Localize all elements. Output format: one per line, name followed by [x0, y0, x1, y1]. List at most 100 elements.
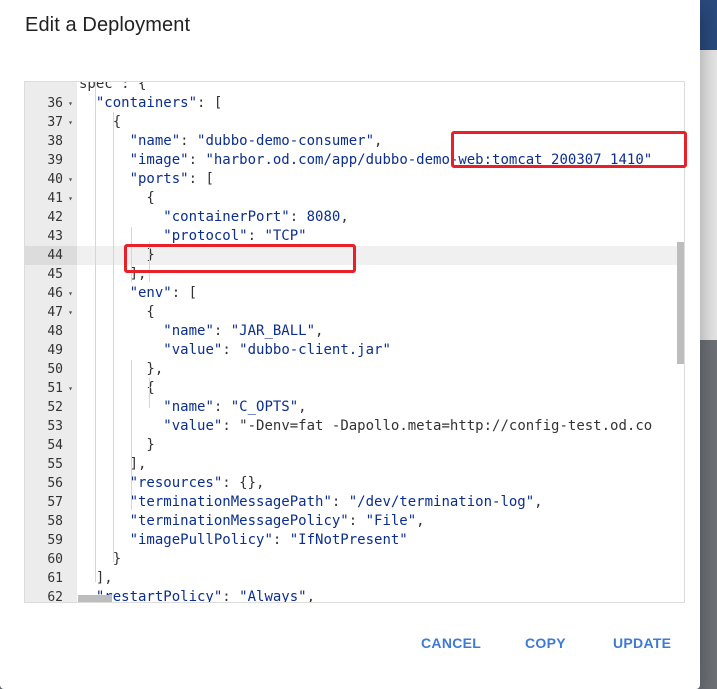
line-number-text: 48: [47, 324, 63, 339]
copy-button[interactable]: COPY: [525, 630, 566, 656]
line-number: 37 ▾: [25, 113, 77, 132]
line-number: 58: [25, 512, 77, 531]
code-line[interactable]: 40 ▾ "ports": [: [25, 170, 684, 189]
code-line[interactable]: 61 ],: [25, 569, 684, 588]
annotation-highlight-empty-line: [124, 244, 356, 273]
cancel-button[interactable]: CANCEL: [421, 630, 481, 656]
code-line[interactable]: 42 "containerPort": 8080,: [25, 208, 684, 227]
line-number-text: 49: [47, 343, 63, 358]
line-number-text: 57: [47, 495, 63, 510]
line-number: 39: [25, 151, 77, 170]
indent-guide: [149, 378, 150, 408]
code-line[interactable]: 57 "terminationMessagePath": "/dev/termi…: [25, 493, 684, 512]
line-number: 56: [25, 474, 77, 493]
indent-guide: [131, 360, 132, 510]
code-text: "terminationMessagePath": "/dev/terminat…: [129, 494, 543, 510]
line-number-text: 40: [47, 172, 63, 187]
code-line[interactable]: 37 ▾ {: [25, 113, 684, 132]
line-number-text: 47: [47, 305, 63, 320]
indent-guide: [113, 112, 114, 562]
line-number: 60: [25, 550, 77, 569]
code-text: "value": "-Denv=fat -Dapollo.meta=http:/…: [163, 418, 653, 434]
code-text: {: [79, 190, 155, 206]
line-number-text: 43: [47, 229, 63, 244]
horizontal-scrollbar-thumb[interactable]: [78, 595, 112, 602]
line-number: 42: [25, 208, 77, 227]
code-line[interactable]: 36 ▾ "containers": [: [25, 94, 684, 113]
line-number-text: 50: [47, 362, 63, 377]
fold-toggle-icon[interactable]: ▾: [68, 170, 73, 189]
code-line[interactable]: 58 "terminationMessagePolicy": "File",: [25, 512, 684, 531]
background-panel-strip: [700, 50, 717, 340]
dialog-actions: CANCEL COPY UPDATE: [0, 630, 700, 656]
code-line[interactable]: 43 "protocol": "TCP": [25, 227, 684, 246]
line-number: 52: [25, 398, 77, 417]
line-number-text: 56: [47, 476, 63, 491]
code-line[interactable]: 50 },: [25, 360, 684, 379]
code-text: "restartPolicy": "Always",: [95, 589, 316, 603]
code-line[interactable]: 46 ▾ "env": [: [25, 284, 684, 303]
code-line[interactable]: 62 "restartPolicy": "Always",: [25, 588, 684, 603]
fold-toggle-icon[interactable]: ▾: [68, 94, 73, 113]
line-number-text: 60: [47, 552, 63, 567]
indent-guide: [95, 82, 96, 582]
code-line[interactable]: 49 "value": "dubbo-client.jar": [25, 341, 684, 360]
annotation-highlight-image-tag: [451, 131, 687, 168]
line-number-text: 41: [47, 191, 63, 206]
line-number-text: 51: [47, 381, 63, 396]
line-number: 44: [25, 246, 77, 265]
code-line[interactable]: 59 "imagePullPolicy": "IfNotPresent": [25, 531, 684, 550]
line-number: 57: [25, 493, 77, 512]
code-line[interactable]: 41 ▾ {: [25, 189, 684, 208]
fold-toggle-icon[interactable]: ▾: [68, 113, 73, 132]
line-number: 45: [25, 265, 77, 284]
code-text: {: [79, 304, 155, 320]
code-line[interactable]: 52 "name": "C_OPTS",: [25, 398, 684, 417]
code-line[interactable]: 60 }: [25, 550, 684, 569]
line-number: 41 ▾: [25, 189, 77, 208]
line-number-text: 38: [47, 134, 63, 149]
code-text: "name": "dubbo-demo-consumer",: [129, 133, 383, 149]
fold-toggle-icon[interactable]: ▾: [68, 284, 73, 303]
line-number-text: 52: [47, 400, 63, 415]
update-button[interactable]: UPDATE: [613, 630, 671, 656]
line-number-text: 37: [47, 115, 63, 130]
line-number-text: 39: [47, 153, 63, 168]
code-line[interactable]: 48 "name": "JAR_BALL",: [25, 322, 684, 341]
dialog-title: Edit a Deployment: [25, 14, 191, 36]
code-text: "terminationMessagePolicy": "File",: [129, 513, 425, 529]
code-line[interactable]: 47 ▾ {: [25, 303, 684, 322]
line-number-text: 62: [47, 590, 63, 603]
line-number-text: 54: [47, 438, 63, 453]
line-number-text: 61: [47, 571, 63, 586]
code-line[interactable]: 56 "resources": {},: [25, 474, 684, 493]
fold-toggle-icon[interactable]: ▾: [68, 303, 73, 322]
line-number: 36 ▾: [25, 94, 77, 113]
vertical-scrollbar-thumb[interactable]: [677, 242, 684, 364]
line-number-text: 55: [47, 457, 63, 472]
fold-toggle-icon[interactable]: ▾: [68, 379, 73, 398]
code-text: }: [79, 437, 155, 453]
code-line[interactable]: 54 }: [25, 436, 684, 455]
line-number-text: 45: [47, 267, 63, 282]
code-line[interactable]: 53 "value": "-Denv=fat -Dapollo.meta=htt…: [25, 417, 684, 436]
line-number-text: 53: [47, 419, 63, 434]
line-number-text: 46: [47, 286, 63, 301]
line-number-text: 42: [47, 210, 63, 225]
line-number: 54: [25, 436, 77, 455]
code-text: "value": "dubbo-client.jar": [163, 342, 391, 358]
code-line[interactable]: 51 ▾ {: [25, 379, 684, 398]
code-text: spec": {: [79, 81, 147, 92]
code-text: "name": "JAR_BALL",: [163, 323, 324, 339]
fold-toggle-icon[interactable]: ▾: [68, 189, 73, 208]
code-line[interactable]: 55 ],: [25, 455, 684, 474]
line-number: 47 ▾: [25, 303, 77, 322]
line-number: 49: [25, 341, 77, 360]
line-number: 48: [25, 322, 77, 341]
code-line[interactable]: spec": {: [25, 81, 684, 94]
line-number-text: 58: [47, 514, 63, 529]
code-text: "resources": {},: [129, 475, 265, 491]
line-number-text: 44: [47, 248, 63, 263]
code-text: }: [79, 551, 122, 567]
line-number: 62: [25, 588, 77, 603]
